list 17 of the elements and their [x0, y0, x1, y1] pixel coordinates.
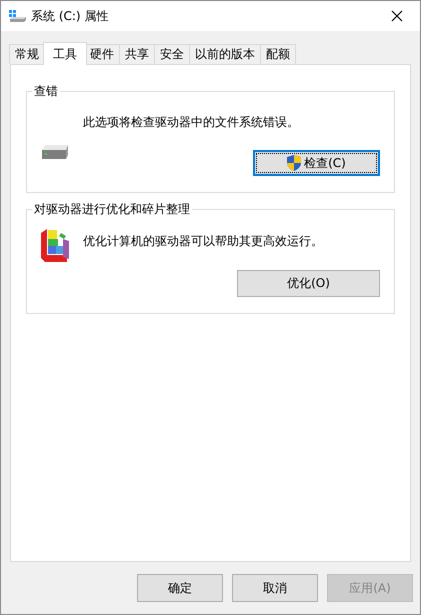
window-title: 系统 (C:) 属性 — [31, 8, 110, 24]
group-title: 对驱动器进行优化和碎片整理 — [32, 202, 192, 217]
defrag-icon — [39, 227, 71, 263]
tab[interactable]: 常规 — [9, 44, 45, 64]
description: 此选项将检查驱动器中的文件系统错误。 — [83, 114, 300, 130]
optimize-button[interactable]: 优化(O) — [237, 270, 380, 297]
tab[interactable]: 配额 — [260, 44, 296, 64]
dialog-button[interactable]: 取消 — [232, 574, 318, 602]
shield-icon — [287, 155, 302, 171]
drive-icon — [40, 143, 70, 161]
drive-icon — [9, 9, 27, 23]
group-title: 查错 — [32, 84, 60, 99]
close-icon — [391, 10, 403, 22]
check-button[interactable]: 检查(C) — [253, 150, 380, 176]
dialog-button[interactable]: 确定 — [137, 574, 223, 602]
tab[interactable]: 工具 — [43, 42, 87, 65]
description: 优化计算机的驱动器可以帮助其更高效运行。 — [83, 233, 324, 249]
